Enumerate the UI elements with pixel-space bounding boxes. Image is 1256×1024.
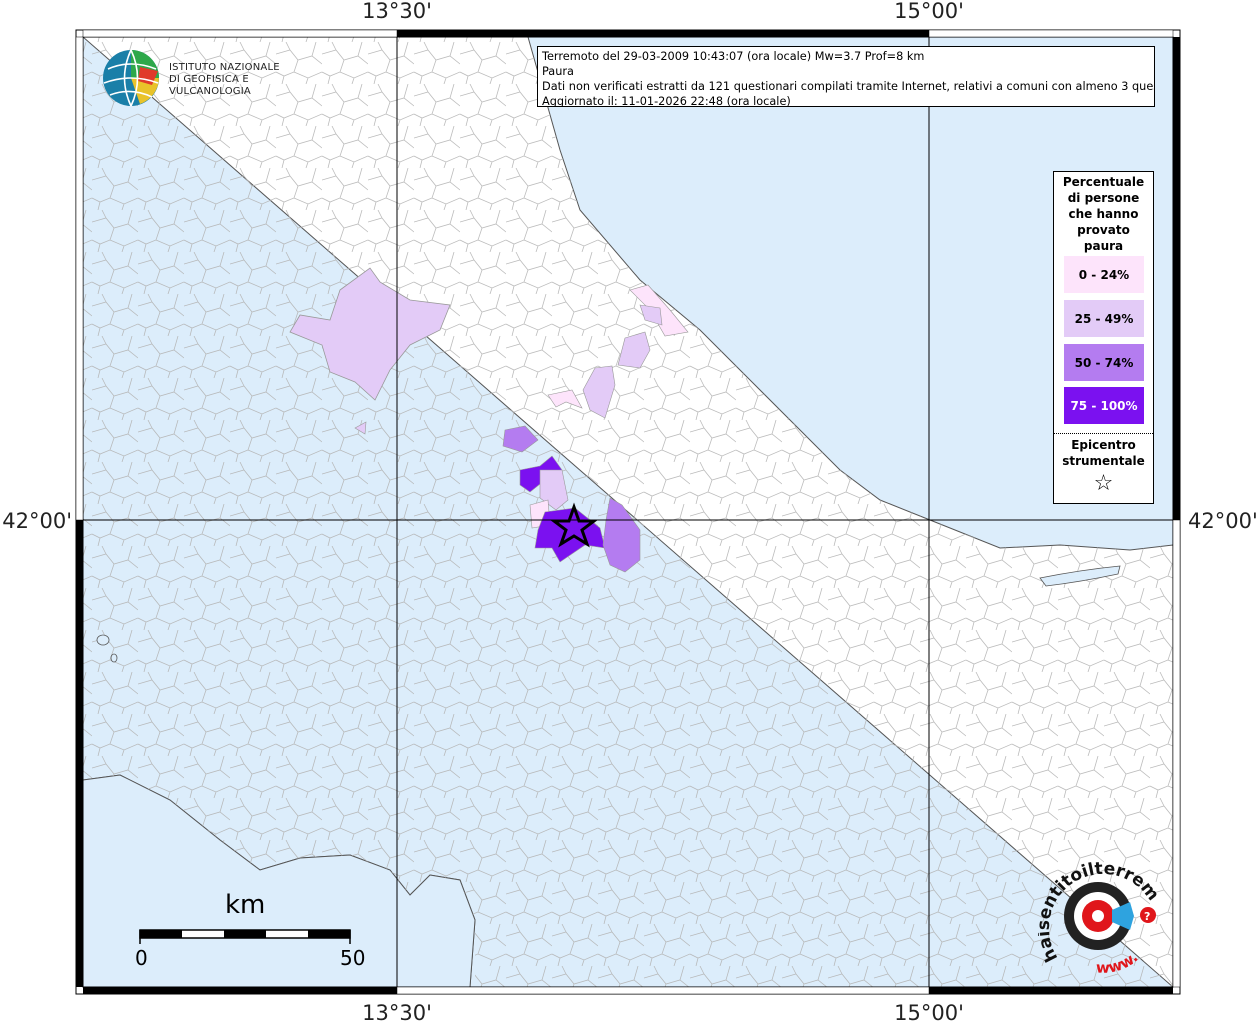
scale-max: 50 (340, 946, 366, 970)
legend: Percentuale di persone che hanno provato… (1053, 171, 1154, 504)
scale-min: 0 (135, 946, 148, 970)
legend-item-0-24: 0 - 24% (1064, 256, 1144, 293)
legend-title-line: paura (1083, 239, 1124, 253)
legend-title-line: provato (1077, 223, 1130, 237)
hst-www: www. (1096, 948, 1142, 977)
scale-unit: km (225, 890, 266, 920)
legend-title-line: di persone (1067, 191, 1140, 205)
coord-top-right: 15°00' (894, 0, 964, 23)
legend-divider (1054, 433, 1153, 434)
scale-bar: km 0 50 (130, 890, 380, 980)
coord-bottom-left: 13°30' (362, 1001, 432, 1024)
coord-right-lat: 42°00' (1188, 509, 1256, 533)
legend-title-line: Percentuale (1062, 175, 1145, 189)
legend-title-line: che hanno (1068, 207, 1139, 221)
hst-logo: ? haisentitoilterremoto.it www. (1032, 843, 1170, 983)
star-icon: ☆ (1093, 471, 1114, 496)
svg-text:?: ? (1144, 910, 1150, 923)
legend-epicenter-label: Epicentro strumentale (1054, 437, 1153, 469)
legend-item-50-74: 50 - 74% (1064, 344, 1144, 381)
ingv-line2: DI GEOFISICA E VULCANOLOGIA (169, 74, 251, 97)
ingv-line1: ISTITUTO NAZIONALE (169, 62, 280, 73)
legend-epicenter-line: Epicentro (1071, 438, 1136, 452)
globe-icon (103, 49, 159, 107)
coord-bottom-right: 15°00' (894, 1001, 964, 1024)
event-info-box: Terremoto del 29-03-2009 10:43:07 (ora l… (537, 46, 1155, 107)
legend-epicenter-line: strumentale (1062, 454, 1145, 468)
legend-item-label: 75 - 100% (1070, 398, 1138, 413)
ingv-logo: ISTITUTO NAZIONALE DI GEOFISICA E VULCAN… (100, 47, 310, 109)
coord-left-lat: 42°00' (2, 509, 72, 533)
data-note: Dati non verificati estratti da 121 ques… (542, 80, 1155, 93)
hst-logo-graphic: ? haisentitoilterremoto.it www. (1032, 843, 1163, 977)
legend-item-25-49: 25 - 49% (1064, 300, 1144, 337)
legend-item-75-100: 75 - 100% (1064, 387, 1144, 424)
legend-item-label: 25 - 49% (1074, 311, 1134, 326)
scale-bar-graphic (139, 929, 351, 944)
updated-time: Aggiornato il: 11-01-2026 22:48 (ora loc… (542, 95, 791, 107)
legend-item-label: 0 - 24% (1078, 267, 1130, 282)
hst-www-path: www. (1096, 948, 1142, 977)
coord-top-left: 13°30' (362, 0, 432, 23)
legend-title: Percentuale di persone che hanno provato… (1054, 172, 1153, 254)
event-title: Terremoto del 29-03-2009 10:43:07 (ora l… (542, 50, 925, 63)
legend-item-label: 50 - 74% (1074, 355, 1134, 370)
map-type: Paura (542, 65, 574, 78)
